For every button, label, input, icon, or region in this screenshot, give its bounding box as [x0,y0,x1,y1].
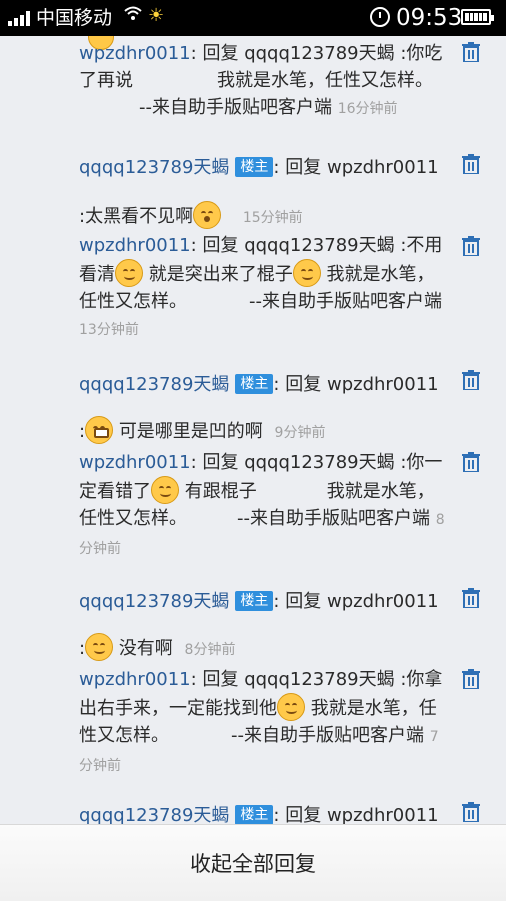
reply-author-link[interactable]: wpzdhr0011 [79,235,191,256]
carrier-name: 中国移动 [36,7,113,29]
reply-target-user[interactable]: wpzdhr0011 [327,591,439,612]
reply-author-link[interactable]: wpzdhr0011 [79,452,191,473]
delete-icon[interactable] [462,452,480,472]
reply-target-user[interactable]: wpzdhr0011 [327,805,439,824]
emoji-icon [292,259,321,287]
collapse-all-replies-label: 收起全部回复 [190,852,316,876]
reply-target-user[interactable]: wpzdhr0011 [327,157,439,178]
reply-author-link[interactable]: wpzdhr0011 [79,43,191,64]
delete-icon[interactable] [462,802,480,822]
delete-icon[interactable] [462,42,480,62]
emoji-icon [115,259,143,287]
reply-target-user[interactable]: qqqq123789天蝎 [244,452,394,473]
signal-icon [8,10,30,26]
reply-author-link[interactable]: qqqq123789天蝎 [79,374,229,395]
reply-item: wpzdhr0011: 回复 qqqq123789天蝎 :不用看清 就是突出来了… [79,235,443,338]
delete-icon[interactable] [462,154,480,174]
delete-icon[interactable] [462,236,480,256]
emoji-icon [193,201,222,229]
delete-icon[interactable] [462,669,480,689]
delete-icon[interactable] [462,588,480,608]
emoji-icon [151,476,179,504]
reply-timestamp: 13分钟前 [79,322,139,338]
reply-target-user[interactable]: qqqq123789天蝎 [244,669,394,690]
reply-author-link[interactable]: qqqq123789天蝎 [79,591,229,612]
reply-item: qqqq123789天蝎 楼主: 回复 wpzdhr0011 :太黑看不见啊 15… [79,157,439,229]
thread-owner-badge: 楼主 [235,591,274,611]
reply-timestamp: 8分钟前 [184,642,236,658]
status-bar: 中国移动 ☀ 09:53 [0,0,506,36]
reply-author-link[interactable]: qqqq123789天蝎 [79,157,229,178]
wifi-icon [124,6,142,26]
emoji-icon [277,693,305,721]
reply-timestamp: 16分钟前 [337,101,398,117]
reply-item: qqqq123789天蝎 楼主: 回复 wpzdhr0011 [79,805,439,824]
reply-target-user[interactable]: qqqq123789天蝎 [244,43,394,64]
reply-author-link[interactable]: qqqq123789天蝎 [79,805,229,824]
thread-owner-badge: 楼主 [235,157,274,177]
collapse-all-replies-button[interactable]: 收起全部回复 [0,824,506,901]
thread-owner-badge: 楼主 [235,374,274,394]
delete-icon[interactable] [462,370,480,390]
reply-target-user[interactable]: wpzdhr0011 [327,374,439,395]
reply-item: wpzdhr0011: 回复 qqqq123789天蝎 :你吃了再说 我就是水笔，… [79,43,443,118]
weather-sun-icon: ☀ [148,5,165,26]
reply-timestamp: 9分钟前 [274,425,326,441]
reply-author-link[interactable]: wpzdhr0011 [79,669,191,690]
reply-item: wpzdhr0011: 回复 qqqq123789天蝎 :你拿出右手来，一定能找… [79,669,443,774]
battery-icon [461,9,494,25]
reply-list[interactable]: wpzdhr0011: 回复 qqqq123789天蝎 :你吃了再说 我就是水笔，… [0,36,506,824]
reply-item: qqqq123789天蝎 楼主: 回复 wpzdhr0011 : 可是哪里是凹的啊… [79,374,439,444]
alarm-icon [370,7,390,27]
reply-target-user[interactable]: qqqq123789天蝎 [244,235,394,256]
thread-owner-badge: 楼主 [235,805,274,824]
clock-time: 09:53 [396,5,463,31]
reply-item: wpzdhr0011: 回复 qqqq123789天蝎 :你一定看错了 有跟棍子… [79,452,445,557]
emoji-icon [85,633,114,661]
reply-timestamp: 15分钟前 [242,210,303,226]
reply-item: qqqq123789天蝎 楼主: 回复 wpzdhr0011 : 没有啊 8分钟前 [79,591,439,661]
emoji-icon [85,416,114,444]
